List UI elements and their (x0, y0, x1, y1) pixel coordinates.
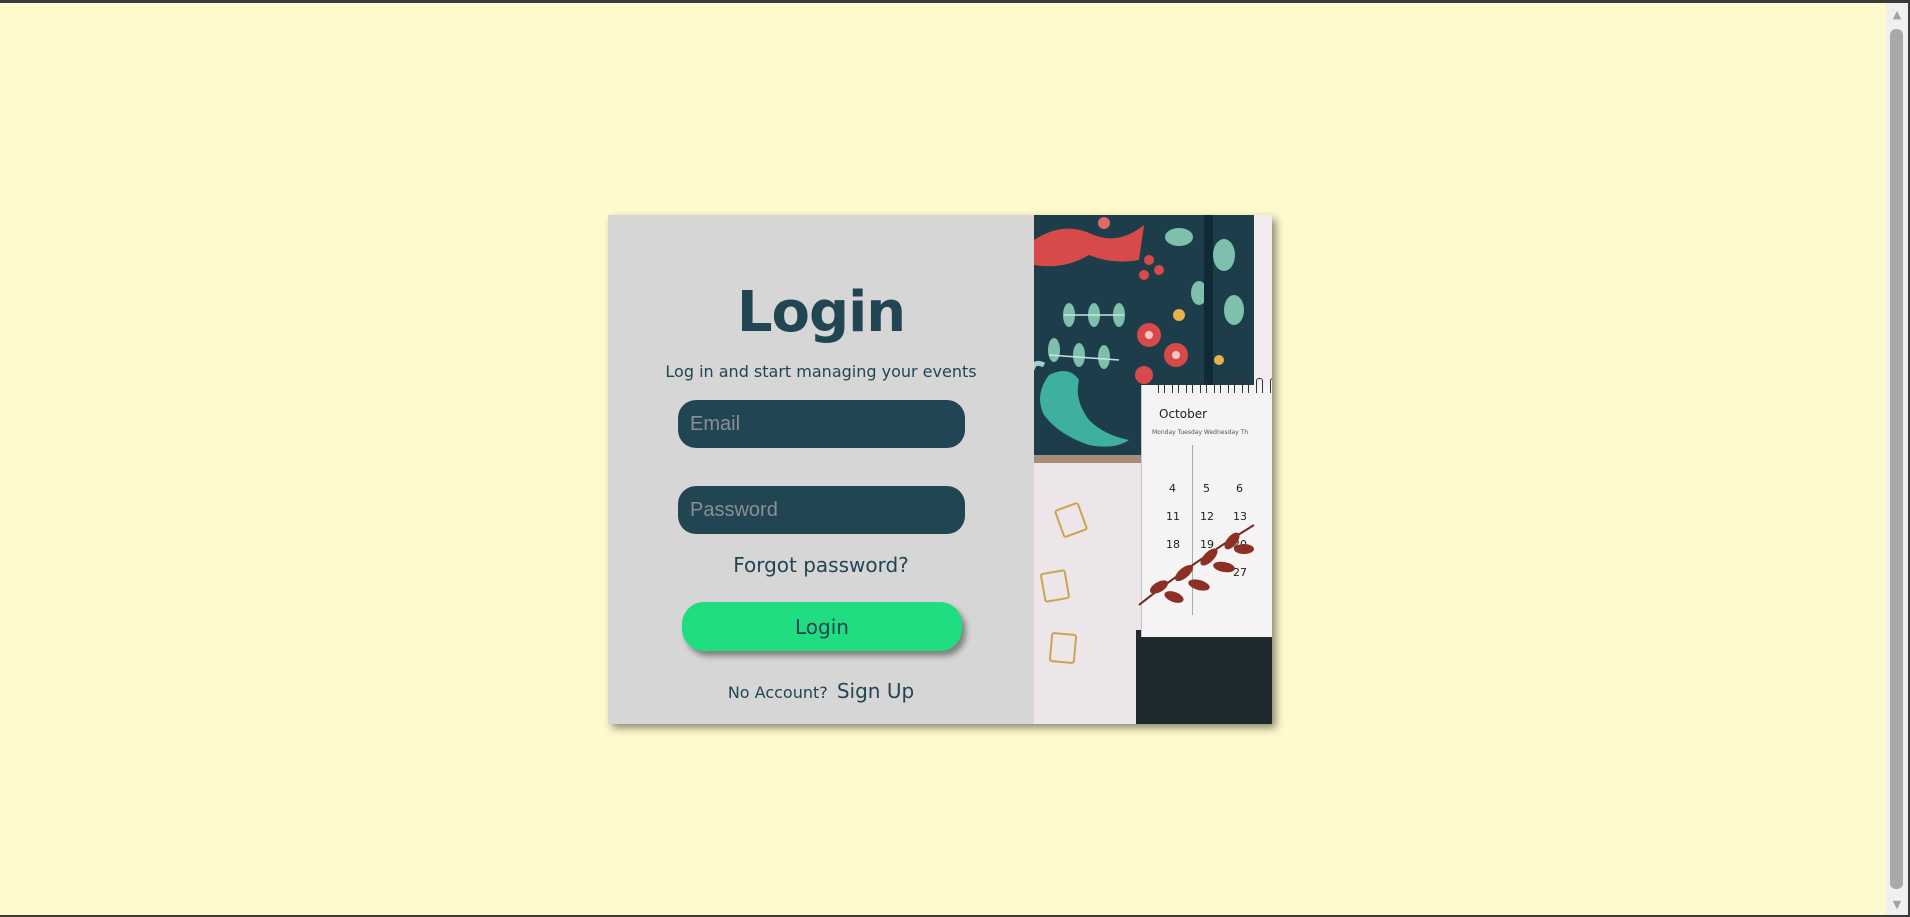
calendar-day-number: 5 (1203, 482, 1210, 495)
signup-row: No Account? Sign Up (608, 679, 1034, 703)
wood-edge (1034, 455, 1149, 463)
dried-leaf-icon (1138, 524, 1255, 606)
login-card: Login Log in and start managing your eve… (608, 215, 1272, 724)
window-top-border (0, 0, 1910, 3)
spiral-ring-icon (1214, 378, 1221, 393)
spiral-ring-icon (1186, 378, 1193, 393)
decorative-photo: October Monday Tuesday Wednesday Th 4 5 … (1034, 215, 1272, 724)
calendar-month: October (1159, 407, 1208, 421)
spiral-ring-icon (1172, 378, 1179, 393)
login-button[interactable]: Login (682, 602, 962, 651)
spiral-ring-icon (1228, 378, 1235, 393)
no-account-text: No Account? (727, 683, 828, 702)
login-title: Login (736, 280, 906, 345)
spiral-ring-icon (1242, 378, 1249, 393)
calendar-day-number: 6 (1236, 482, 1243, 495)
calendar-day-number: 4 (1169, 482, 1176, 495)
signup-link[interactable]: Sign Up (837, 679, 914, 703)
password-input[interactable] (678, 486, 965, 534)
binder-clip-icon (1039, 568, 1071, 604)
calendar-base (1136, 630, 1272, 724)
login-form-panel: Login Log in and start managing your eve… (608, 215, 1034, 724)
spiral-ring-icon (1158, 378, 1165, 393)
calendar-day-headers: Monday Tuesday Wednesday Th (1152, 429, 1249, 436)
forgot-password-link[interactable]: Forgot password? (608, 553, 1034, 577)
notebook-strap (1204, 215, 1213, 385)
scroll-thumb[interactable] (1890, 29, 1903, 889)
email-input[interactable] (678, 400, 965, 448)
spiral-ring-icon (1256, 378, 1263, 393)
scroll-up-arrow-icon[interactable]: ▲ (1886, 3, 1908, 25)
login-subtitle: Log in and start managing your events (665, 362, 977, 381)
spiral-ring-icon (1200, 378, 1207, 393)
spiral-ring-icon (1270, 378, 1272, 393)
vertical-scrollbar[interactable]: ▲ ▼ (1886, 3, 1908, 915)
binder-clip-icon (1048, 631, 1078, 665)
scroll-down-arrow-icon[interactable]: ▼ (1886, 893, 1908, 915)
